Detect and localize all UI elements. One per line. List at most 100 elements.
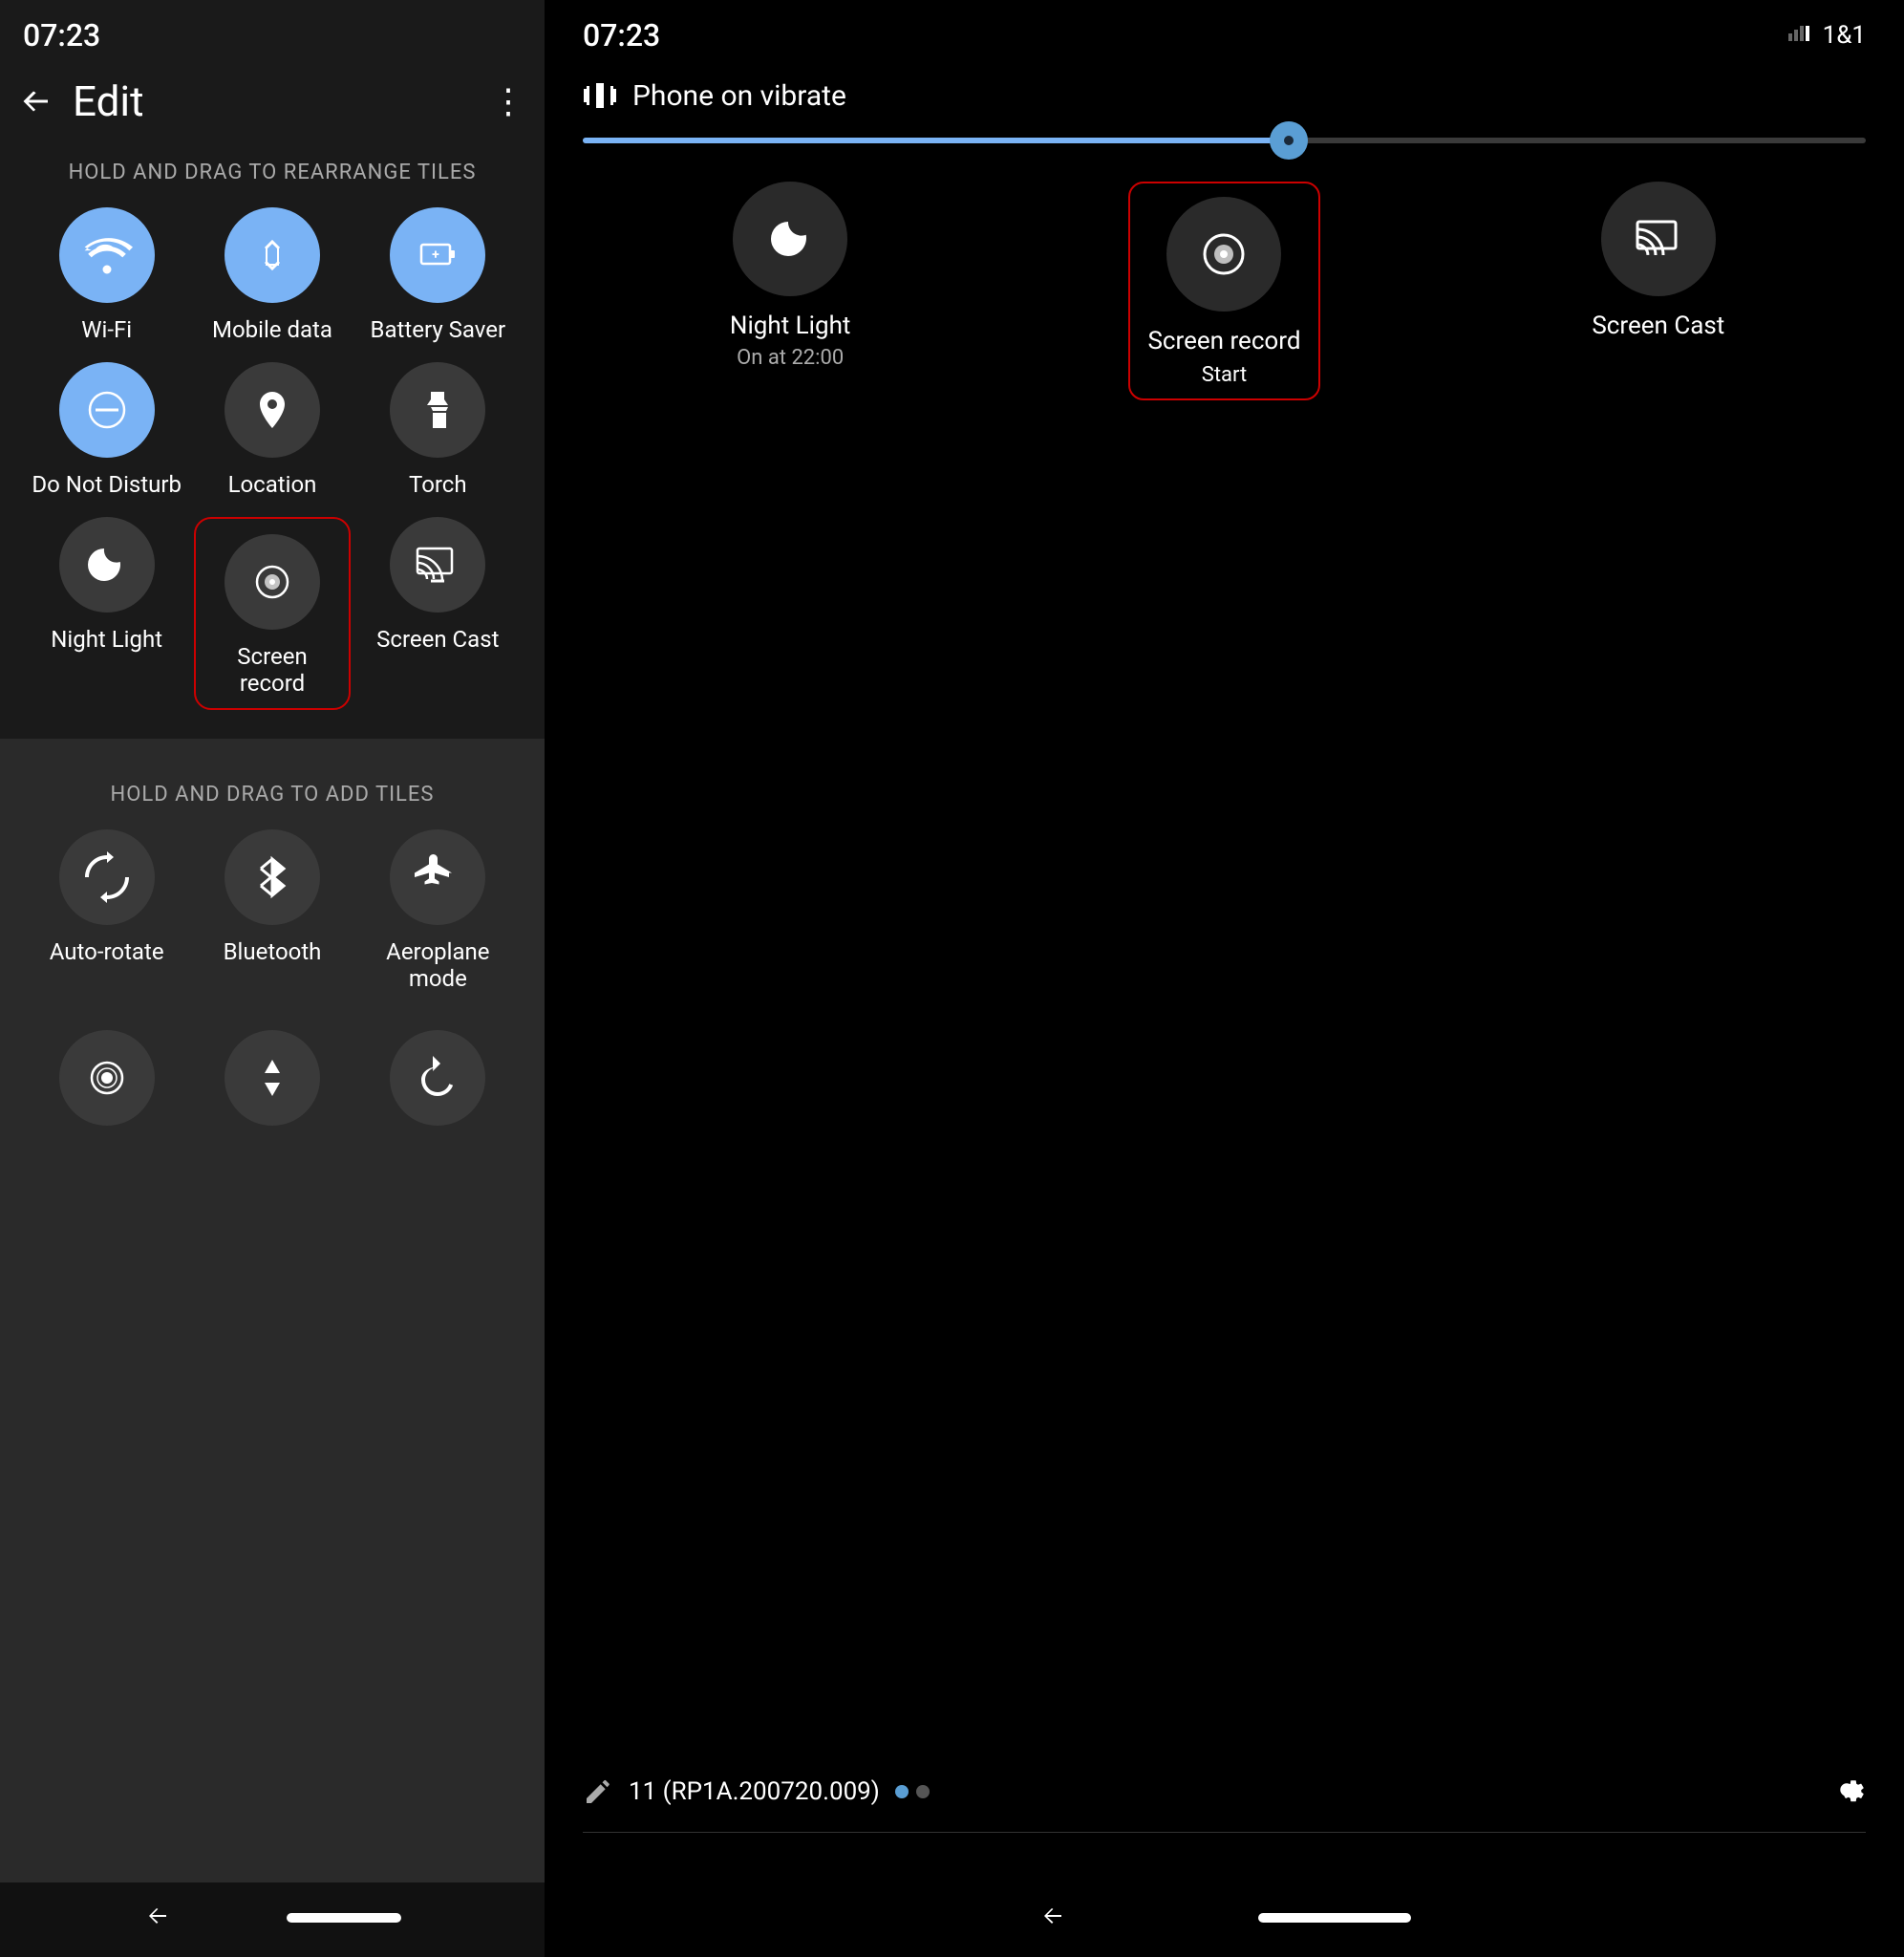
- extra-tiles-grid: [29, 1011, 516, 1126]
- dnd-label: Do Not Disturb: [32, 471, 182, 498]
- screen-record-icon: [246, 556, 298, 608]
- location-icon: [246, 384, 298, 436]
- back-button[interactable]: [19, 84, 53, 118]
- tile-extra-2[interactable]: [194, 1030, 350, 1126]
- tile-bluetooth[interactable]: Bluetooth: [194, 829, 350, 992]
- tile-extra-3[interactable]: [360, 1030, 516, 1126]
- battery-saver-label: Battery Saver: [371, 316, 506, 343]
- indicator-dots: [895, 1785, 930, 1798]
- tile-location[interactable]: Location: [194, 362, 350, 498]
- qs-tiles-grid: Night Light On at 22:00 Screen record St…: [545, 172, 1904, 439]
- tile-torch[interactable]: Torch: [360, 362, 516, 498]
- tile-screen-cast[interactable]: Screen Cast: [360, 517, 516, 710]
- bottom-nav-right: [545, 1882, 1904, 1957]
- brightness-row[interactable]: [545, 128, 1904, 172]
- tile-battery-saver[interactable]: + Battery Saver: [360, 207, 516, 343]
- tile-aeroplane-mode[interactable]: Aeroplane mode: [360, 829, 516, 992]
- screen-cast-icon: [412, 539, 463, 591]
- night-light-circle: [59, 517, 155, 613]
- mobile-data-label: Mobile data: [212, 316, 332, 343]
- nav-back-left[interactable]: [143, 1902, 172, 1934]
- auto-rotate-label: Auto-rotate: [50, 938, 164, 965]
- battery-saver-circle: +: [390, 207, 485, 303]
- left-panel: 07:23 Edit ⋮ HOLD AND DRAG TO REARRANGE …: [0, 0, 545, 1957]
- home-pill-right[interactable]: [1258, 1913, 1411, 1923]
- torch-circle: [390, 362, 485, 458]
- add-tiles-grid: Auto-rotate Bluetooth: [29, 829, 516, 1011]
- mobile-data-icon: [246, 229, 298, 281]
- brightness-track[interactable]: [583, 138, 1866, 143]
- aeroplane-circle: [390, 829, 485, 925]
- radio-icon: [81, 1052, 133, 1104]
- extra-circle-3: [390, 1030, 485, 1126]
- edit-icon[interactable]: [583, 1776, 613, 1807]
- tile-screen-record[interactable]: Screen record: [194, 517, 350, 710]
- dnd-icon: [81, 384, 133, 436]
- status-bar-left: 07:23: [0, 0, 545, 54]
- tile-auto-rotate[interactable]: Auto-rotate: [29, 829, 184, 992]
- auto-rotate-icon: [81, 851, 133, 903]
- more-options-button[interactable]: ⋮: [491, 81, 525, 121]
- svg-text:+: +: [432, 247, 439, 263]
- build-version: 11 (RP1A.200720.009): [629, 1777, 880, 1806]
- extra-circle-1: [59, 1030, 155, 1126]
- settings-button-right[interactable]: [1828, 1771, 1866, 1813]
- qs-tile-night-light[interactable]: Night Light On at 22:00: [583, 182, 997, 400]
- qs-screen-cast-icon: [1630, 210, 1687, 268]
- back-arrow-icon: [19, 84, 53, 118]
- right-panel: 07:23 1&1 Phone on vibrate: [545, 0, 1904, 1957]
- brightness-fill: [583, 138, 1289, 143]
- torch-icon: [412, 384, 463, 436]
- separator-line: [583, 1832, 1866, 1833]
- aeroplane-label: Aeroplane mode: [360, 938, 516, 992]
- extra-circle-2: [225, 1030, 320, 1126]
- add-tiles-section: HOLD AND DRAG TO ADD TILES Auto-rotate: [0, 739, 545, 1957]
- qs-tile-screen-record[interactable]: Screen record Start: [1016, 182, 1431, 400]
- signal-icon: [1785, 22, 1811, 49]
- qs-screen-record-icon: [1195, 226, 1252, 283]
- tile-night-light[interactable]: Night Light: [29, 517, 184, 710]
- wifi-circle: [59, 207, 155, 303]
- time-right: 07:23: [583, 17, 660, 54]
- carrier-label: 1&1: [1823, 21, 1866, 50]
- auto-rotate-circle: [59, 829, 155, 925]
- qs-screen-record-label: Screen record: [1147, 327, 1300, 355]
- status-bar-right: 07:23 1&1: [545, 0, 1904, 63]
- qs-screen-record-sublabel: Start: [1202, 363, 1247, 387]
- location-label: Location: [228, 471, 317, 498]
- sync-icon: [412, 1052, 463, 1104]
- location-circle: [225, 362, 320, 458]
- qs-night-light-icon: [761, 210, 819, 268]
- qs-screen-cast-label: Screen Cast: [1592, 312, 1724, 340]
- data-saver-icon: [246, 1052, 298, 1104]
- tiles-grid: Wi-Fi Mobile data + Battery: [0, 207, 545, 739]
- screen-cast-circle: [390, 517, 485, 613]
- nav-back-right[interactable]: [1038, 1902, 1067, 1934]
- edit-header: Edit ⋮: [0, 54, 545, 145]
- brightness-thumb[interactable]: [1270, 121, 1308, 160]
- screen-cast-label: Screen Cast: [376, 626, 499, 653]
- dot-blue: [895, 1785, 909, 1798]
- tile-extra-1[interactable]: [29, 1030, 184, 1126]
- tile-wifi[interactable]: Wi-Fi: [29, 207, 184, 343]
- bottom-nav-left: [0, 1882, 545, 1957]
- torch-label: Torch: [409, 471, 467, 498]
- build-info-container: 11 (RP1A.200720.009): [583, 1776, 930, 1807]
- qs-night-light-label: Night Light: [730, 312, 851, 340]
- night-light-icon: [81, 539, 133, 591]
- aeroplane-icon: [412, 851, 463, 903]
- home-pill-left[interactable]: [287, 1913, 401, 1923]
- tile-mobile-data[interactable]: Mobile data: [194, 207, 350, 343]
- wifi-label: Wi-Fi: [81, 316, 132, 343]
- tile-do-not-disturb[interactable]: Do Not Disturb: [29, 362, 184, 498]
- vibrate-bar: Phone on vibrate: [545, 63, 1904, 128]
- bottom-info-row: 11 (RP1A.200720.009): [545, 1771, 1904, 1833]
- vibrate-icon: [583, 78, 617, 113]
- bluetooth-label: Bluetooth: [224, 938, 322, 965]
- night-light-label: Night Light: [51, 626, 162, 653]
- mobile-data-circle: [225, 207, 320, 303]
- add-section-label: HOLD AND DRAG TO ADD TILES: [29, 767, 516, 829]
- qs-tile-screen-cast[interactable]: Screen Cast: [1451, 182, 1866, 400]
- dnd-circle: [59, 362, 155, 458]
- brightness-icon: [1277, 129, 1300, 152]
